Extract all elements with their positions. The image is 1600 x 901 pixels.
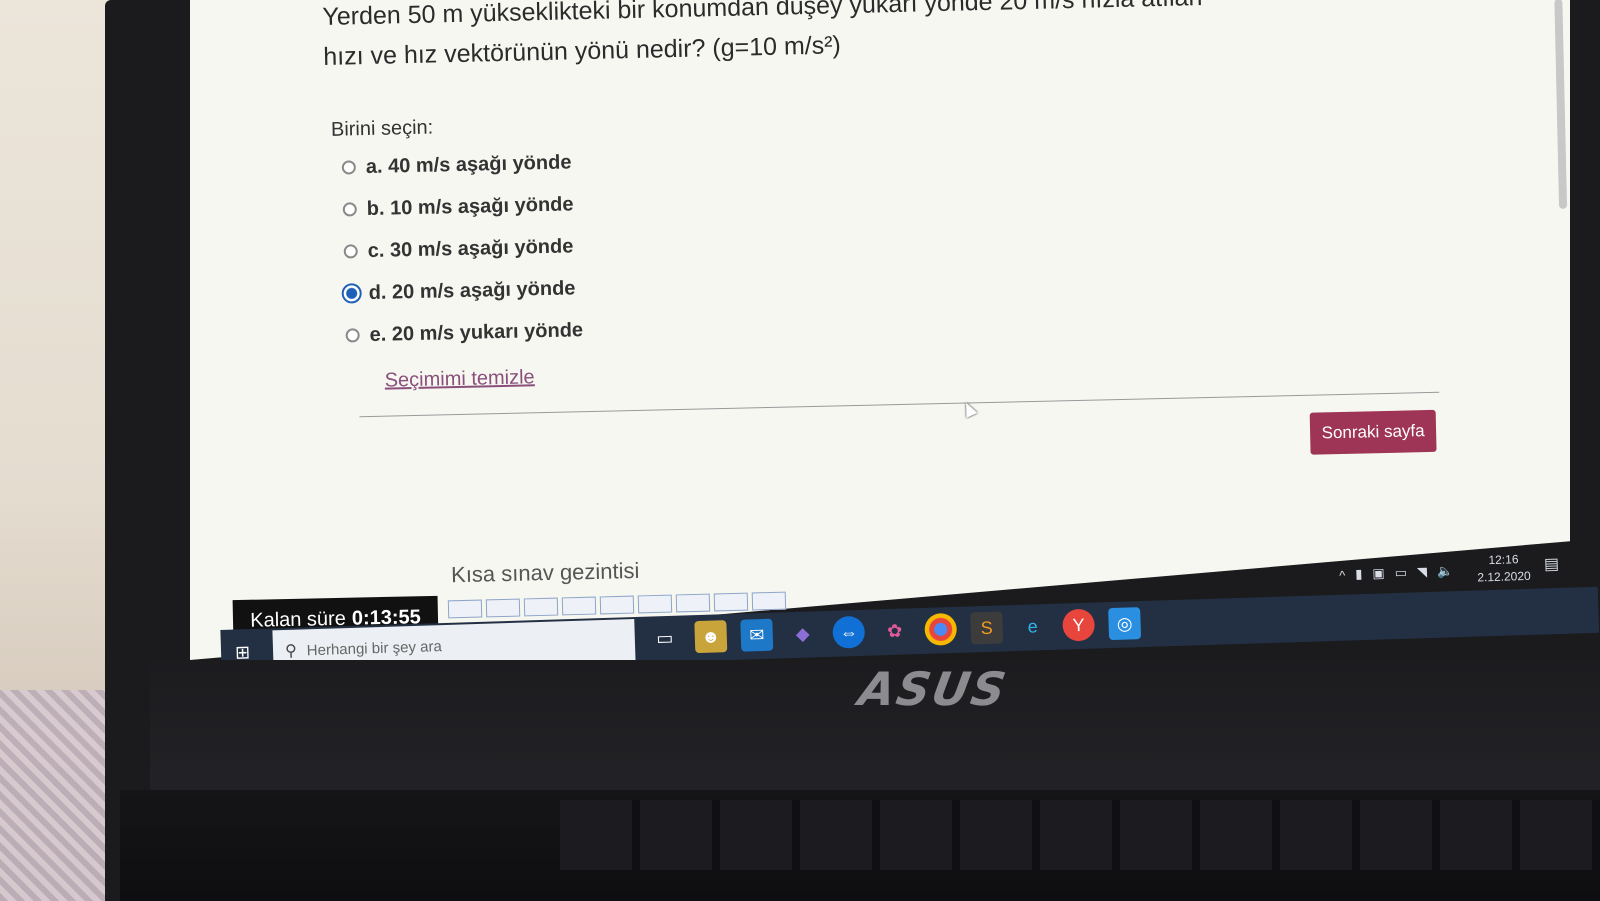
scrollbar[interactable] xyxy=(1554,0,1568,209)
radio-c[interactable] xyxy=(343,244,358,259)
option-c-label: c. 30 m/s aşağı yönde xyxy=(367,234,574,262)
volume-icon[interactable]: 🔈 xyxy=(1437,563,1454,580)
wifi-icon[interactable]: ◥ xyxy=(1417,564,1427,580)
yandex-icon[interactable]: Y xyxy=(1062,608,1096,642)
taskbar-clock[interactable]: 12:16 2.12.2020 xyxy=(1477,551,1531,587)
windows-start-icon[interactable]: ⊞ xyxy=(235,642,254,662)
radio-d-selected[interactable] xyxy=(341,283,362,304)
question-text: Yerden 50 m yükseklikteki bir konumdan d… xyxy=(322,0,1524,77)
search-icon: ⚲ xyxy=(284,642,298,660)
taskbar-apps: ▭ ☻ ✉ ◆ ⇔ ✿ S e Y ◎ xyxy=(648,603,1142,658)
usb-icon[interactable]: ▮ xyxy=(1355,566,1363,582)
system-tray: ^ ▮ ▣ ▭ ◥ 🔈 xyxy=(1339,551,1454,595)
app-icon[interactable]: ◎ xyxy=(1108,607,1142,641)
search-placeholder: Herhangi bir şey ara xyxy=(306,637,443,659)
radio-e[interactable] xyxy=(345,328,360,343)
clear-choice-link[interactable]: Seçimimi temizle xyxy=(384,366,535,392)
battery-icon[interactable]: ▭ xyxy=(1394,565,1407,581)
photos-icon[interactable]: ✿ xyxy=(878,614,911,647)
option-d-label: d. 20 m/s aşağı yönde xyxy=(368,276,576,304)
option-d[interactable]: d. 20 m/s aşağı yönde xyxy=(341,267,582,314)
radio-a[interactable] xyxy=(341,160,356,175)
clock-date: 2.12.2020 xyxy=(1477,568,1531,585)
option-a[interactable]: a. 40 m/s aşağı yönde xyxy=(341,141,579,188)
option-e-label: e. 20 m/s yukarı yönde xyxy=(369,318,584,346)
chevron-up-icon[interactable]: ^ xyxy=(1339,567,1346,582)
display-icon[interactable]: ▣ xyxy=(1372,565,1385,581)
task-view-icon[interactable]: ▭ xyxy=(648,622,681,655)
teamviewer-icon[interactable]: ⇔ xyxy=(832,615,866,649)
notification-icon[interactable]: ▤ xyxy=(1544,554,1560,574)
chrome-icon[interactable] xyxy=(924,612,958,646)
choice-prompt: Birini seçin: xyxy=(330,116,434,141)
clock-time: 12:16 xyxy=(1488,552,1519,568)
mail-icon[interactable]: ✉ xyxy=(740,618,774,652)
asus-logo: ASUS xyxy=(854,662,1012,716)
sublime-icon[interactable]: S xyxy=(970,611,1004,645)
option-e[interactable]: e. 20 m/s yukarı yönde xyxy=(345,309,583,356)
answer-options: a. 40 m/s aşağı yönde b. 10 m/s aşağı yö… xyxy=(341,141,583,356)
radio-b[interactable] xyxy=(342,202,357,217)
next-page-button[interactable]: Sonraki sayfa xyxy=(1309,409,1437,455)
option-c[interactable]: c. 30 m/s aşağı yönde xyxy=(343,225,581,272)
option-a-label: a. 40 m/s aşağı yönde xyxy=(365,150,572,178)
divider xyxy=(359,391,1440,418)
edge-icon[interactable]: e xyxy=(1016,610,1049,643)
option-b-label: b. 10 m/s aşağı yönde xyxy=(366,192,574,220)
people-icon[interactable]: ☻ xyxy=(694,620,728,654)
keyboard-function-row xyxy=(560,800,1600,870)
visual-studio-icon[interactable]: ◆ xyxy=(786,617,819,650)
option-b[interactable]: b. 10 m/s aşağı yönde xyxy=(342,183,580,230)
